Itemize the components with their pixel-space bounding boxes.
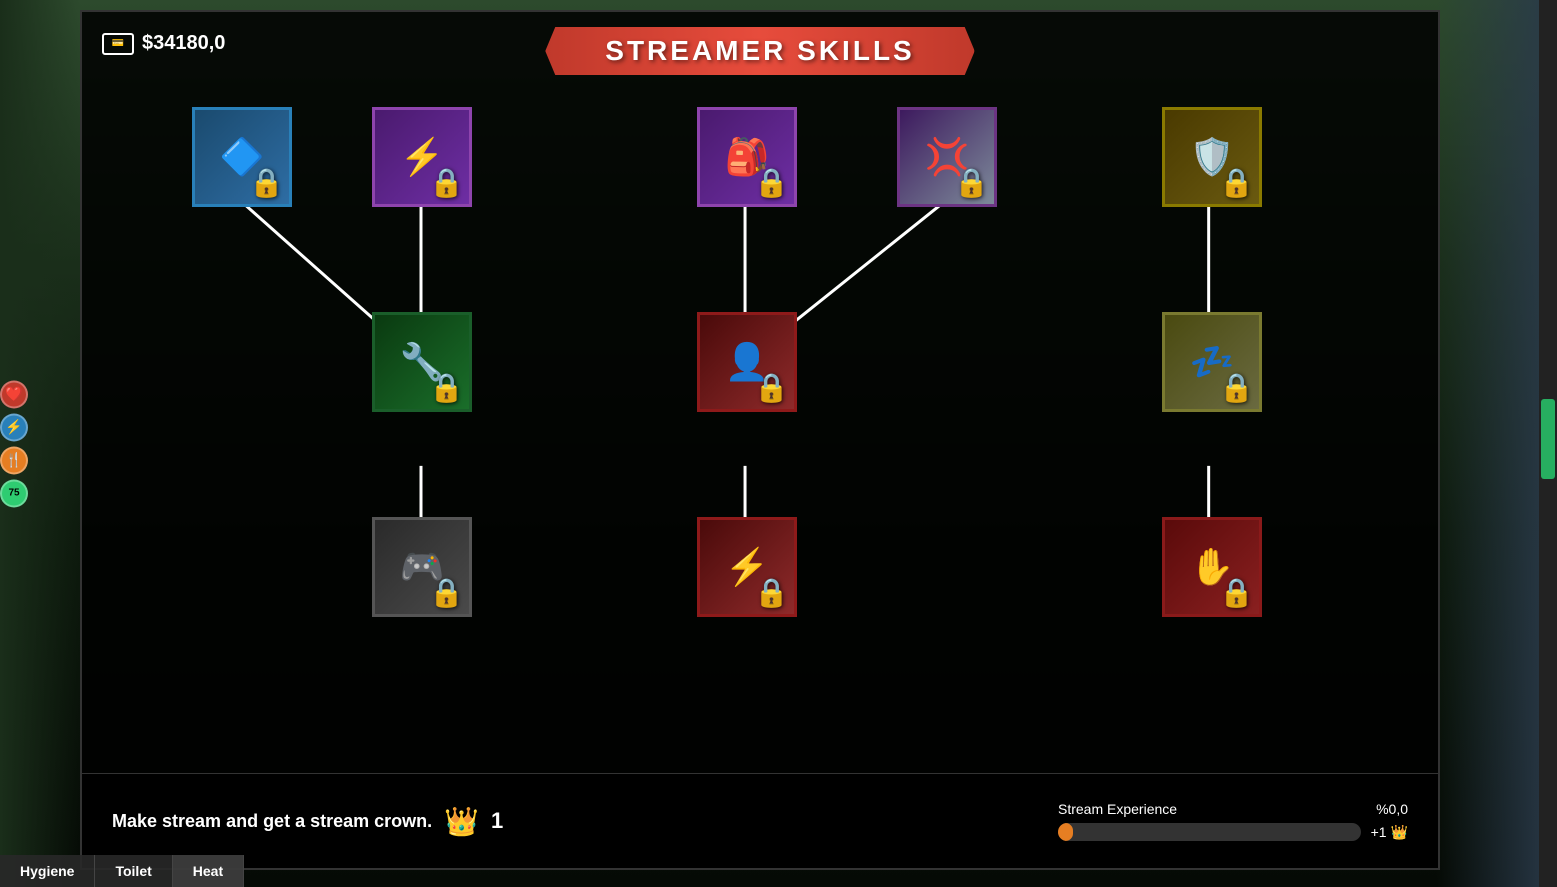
crown-count: 1: [491, 808, 503, 834]
skill-node-7[interactable]: 👤 🔒: [697, 312, 797, 412]
tab-toilet[interactable]: Toilet: [95, 855, 172, 887]
skill-6-lock: 🔒: [429, 371, 464, 404]
skill-9-lock: 🔒: [429, 576, 464, 609]
main-panel: STREAMER SKILLS 💳 $34180,0: [80, 10, 1440, 870]
skill-node-2[interactable]: ⚡ 🔒: [372, 107, 472, 207]
health-icon: ❤️: [0, 380, 28, 408]
skill-node-4[interactable]: 💢 🔒: [897, 107, 997, 207]
skill-node-3[interactable]: 🎒 🔒: [697, 107, 797, 207]
scrollbar-thumb[interactable]: [1541, 399, 1555, 479]
xp-reward-text: +1: [1371, 824, 1387, 840]
skill-11-lock: 🔒: [1219, 576, 1254, 609]
xp-percent: %0,0: [1376, 801, 1408, 817]
xp-reward: +1 👑: [1371, 824, 1408, 841]
hint-text: Make stream and get a stream crown.: [112, 811, 432, 832]
skill-node-8[interactable]: 💤 🔒: [1162, 312, 1262, 412]
food-icon: 🍴: [0, 446, 28, 474]
skill-node-11[interactable]: ✋ 🔒: [1162, 517, 1262, 617]
xp-section: Stream Experience %0,0 +1 👑: [1058, 801, 1408, 841]
right-scrollbar[interactable]: [1539, 0, 1557, 887]
skill-4-lock: 🔒: [954, 166, 989, 199]
money-display: 💳 $34180,0: [102, 32, 225, 55]
skill-node-6[interactable]: 🔧 🔒: [372, 312, 472, 412]
skill-1-lock: 🔒: [249, 166, 284, 199]
skill-10-lock: 🔒: [754, 576, 789, 609]
xp-label-row: Stream Experience %0,0: [1058, 801, 1408, 817]
skill-8-lock: 🔒: [1219, 371, 1254, 404]
bottom-tabs: Hygiene Toilet Heat: [0, 855, 244, 887]
xp-label: Stream Experience: [1058, 801, 1177, 817]
skill-node-5[interactable]: 🛡️ 🔒: [1162, 107, 1262, 207]
bottom-hint: Make stream and get a stream crown. 👑 1: [112, 805, 1038, 838]
skill-node-1[interactable]: 🔷 🔒: [192, 107, 292, 207]
bottom-bar: Make stream and get a stream crown. 👑 1 …: [82, 773, 1438, 868]
reward-crown-icon: 👑: [1391, 824, 1408, 841]
tab-heat[interactable]: Heat: [173, 855, 244, 887]
skill-node-10[interactable]: ⚡ 🔒: [697, 517, 797, 617]
xp-bar: [1058, 823, 1361, 841]
money-amount: $34180,0: [142, 32, 225, 55]
timer-icon[interactable]: 75: [0, 479, 28, 507]
header-title: STREAMER SKILLS: [605, 35, 914, 66]
xp-bar-fill: [1058, 823, 1073, 841]
energy-icon: ⚡: [0, 413, 28, 441]
tab-hygiene[interactable]: Hygiene: [0, 855, 95, 887]
left-sidebar: ❤️ ⚡ 🍴 75: [0, 380, 28, 507]
skill-3-lock: 🔒: [754, 166, 789, 199]
skill-7-lock: 🔒: [754, 371, 789, 404]
skill-node-9[interactable]: 🎮 🔒: [372, 517, 472, 617]
skill-5-lock: 🔒: [1219, 166, 1254, 199]
skill-2-lock: 🔒: [429, 166, 464, 199]
skills-header: STREAMER SKILLS: [545, 27, 974, 75]
money-icon: 💳: [102, 33, 134, 55]
skills-area: 🔷 🔒 ⚡ 🔒 🎒 🔒 💢 🔒 🛡️ 🔒 🔧 🔒: [82, 97, 1438, 768]
crown-icon: 👑: [444, 805, 479, 838]
